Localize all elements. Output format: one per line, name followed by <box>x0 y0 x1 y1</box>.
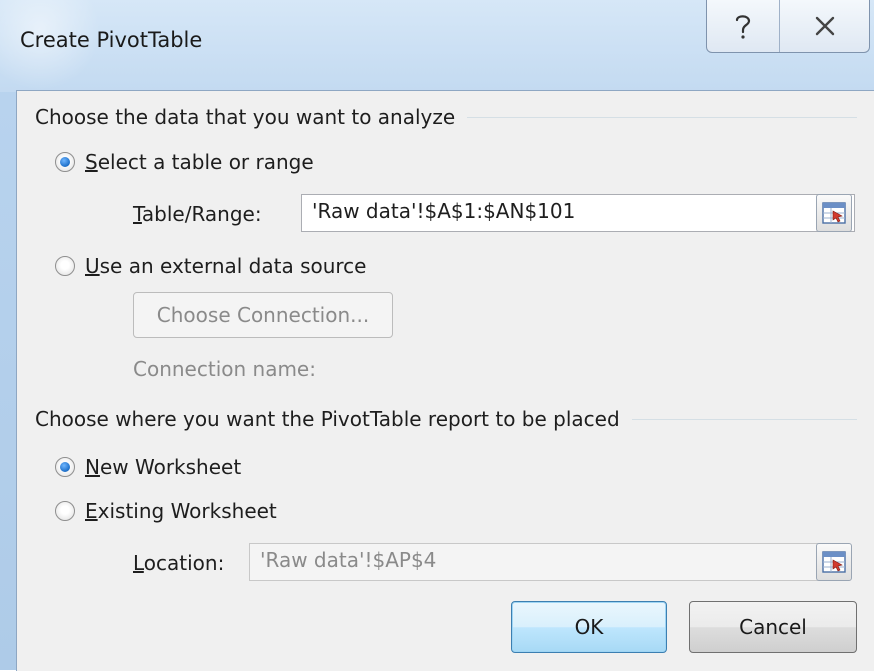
placement-group: Choose where you want the PivotTable rep… <box>35 407 857 431</box>
group-divider <box>631 418 857 420</box>
radio-existing-worksheet[interactable]: Existing Worksheet <box>55 499 277 523</box>
close-button[interactable] <box>779 0 869 52</box>
range-select-icon <box>822 551 846 573</box>
dialog-title: Create PivotTable <box>20 28 203 52</box>
radio-label: Select a table or range <box>85 150 314 174</box>
create-pivottable-dialog: Create PivotTable Choose the data that y… <box>0 0 874 671</box>
cancel-button[interactable]: Cancel <box>689 601 857 653</box>
data-source-heading: Choose the data that you want to analyze <box>35 105 456 129</box>
radio-external-source[interactable]: Use an external data source <box>55 254 367 278</box>
radio-button[interactable] <box>55 256 75 276</box>
group-divider <box>467 116 857 118</box>
radio-button[interactable] <box>55 152 75 172</box>
radio-label: Use an external data source <box>85 254 367 278</box>
title-bar[interactable]: Create PivotTable <box>0 0 874 92</box>
radio-button[interactable] <box>55 457 75 477</box>
data-source-group: Choose the data that you want to analyze <box>35 105 857 129</box>
connection-name-label: Connection name: <box>133 357 316 381</box>
question-mark-icon <box>735 15 751 39</box>
placement-heading: Choose where you want the PivotTable rep… <box>35 407 620 431</box>
location-label: Location: <box>133 551 225 575</box>
title-controls <box>706 0 870 53</box>
help-button[interactable] <box>707 0 779 52</box>
location-input[interactable]: 'Raw data'!$AP$4 <box>249 543 821 581</box>
radio-button[interactable] <box>55 501 75 521</box>
close-x-icon <box>815 16 834 36</box>
radio-label: New Worksheet <box>85 455 242 479</box>
radio-new-worksheet[interactable]: New Worksheet <box>55 455 241 479</box>
ok-button[interactable]: OK <box>511 601 667 653</box>
table-range-input[interactable]: 'Raw data'!$A$1:$AN$101 <box>301 194 855 232</box>
dialog-body: Choose the data that you want to analyze… <box>16 90 874 671</box>
table-range-label: Table/Range: <box>133 202 262 226</box>
location-collapse-button[interactable] <box>816 543 852 581</box>
range-select-icon <box>822 202 846 224</box>
radio-select-table[interactable]: Select a table or range <box>55 150 314 174</box>
choose-connection-button[interactable]: Choose Connection... <box>133 292 393 338</box>
table-range-collapse-button[interactable] <box>816 194 852 232</box>
radio-label: Existing Worksheet <box>85 499 277 523</box>
